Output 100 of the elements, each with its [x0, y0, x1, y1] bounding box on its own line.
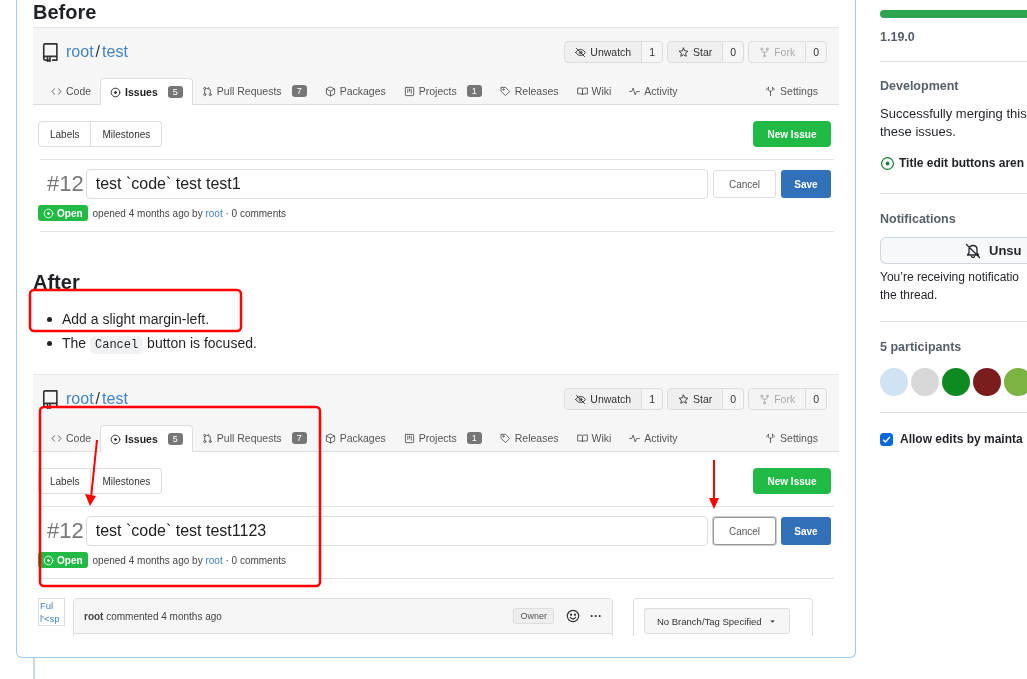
section-heading: After — [33, 270, 81, 294]
tab[interactable]: Wiki — [567, 78, 621, 104]
tab[interactable]: Code — [42, 78, 101, 104]
checkbox[interactable] — [880, 432, 893, 446]
fork-icon — [759, 46, 771, 58]
tab[interactable]: Projects 1 — [394, 425, 491, 451]
count-label: 1 — [642, 388, 664, 410]
checkbox-label: Allow edits by mainta — [900, 431, 1023, 448]
cancel-button[interactable]: Cancel — [713, 517, 776, 545]
bell-slash-icon — [965, 242, 981, 259]
pull-request-icon — [201, 85, 213, 97]
author-link[interactable]: root — [205, 554, 223, 566]
section-heading: Development — [880, 78, 960, 94]
filter-button[interactable]: Labels — [38, 121, 92, 147]
list-item-text: Add a slight margin-left. — [62, 311, 210, 327]
tab[interactable]: Packages — [315, 78, 395, 104]
star-button[interactable]: Star — [667, 388, 724, 410]
star-icon — [678, 393, 690, 405]
smiley-icon[interactable] — [566, 609, 580, 623]
counter-badge: 7 — [291, 85, 307, 97]
tab[interactable]: Releases — [490, 425, 568, 451]
linked-issue-link[interactable]: Title edit buttons aren — [899, 154, 1025, 172]
title-input[interactable]: test `code` test test1 — [85, 169, 708, 199]
avatar[interactable] — [973, 368, 1001, 396]
repo-name-link[interactable]: test — [102, 390, 128, 408]
save-button[interactable]: Save — [781, 517, 831, 545]
repo-icon — [40, 42, 60, 62]
title-input[interactable]: test `code` test test1123 — [85, 516, 708, 546]
dot-circle-icon — [110, 86, 122, 98]
unsubscribe-button[interactable]: Unsu — [880, 237, 1027, 264]
pulse-icon — [629, 85, 641, 97]
filter-button[interactable]: Labels — [38, 468, 92, 494]
annotation-arrow — [709, 459, 719, 509]
state-badge: Open — [38, 205, 88, 221]
dot-circle-icon — [43, 207, 54, 219]
fork-icon — [759, 393, 771, 405]
board-icon — [403, 432, 415, 444]
tab[interactable]: Pull Requests 7 — [192, 425, 316, 451]
cube-icon — [324, 85, 336, 97]
tab[interactable]: Issues 5 — [100, 425, 193, 452]
board-icon — [403, 85, 415, 97]
role-badge: Owner — [513, 608, 554, 624]
count-label: 0 — [723, 41, 745, 63]
pulse-icon — [629, 432, 641, 444]
tab[interactable]: Issues 5 — [100, 78, 193, 105]
count-label: 0 — [723, 388, 745, 410]
state-badge: Open — [38, 552, 88, 568]
author-link[interactable]: root — [205, 207, 223, 219]
code-icon — [51, 85, 62, 97]
dot-circle-icon — [880, 155, 895, 171]
tab[interactable]: Projects 1 — [394, 78, 491, 104]
cancel-button[interactable]: Cancel — [713, 170, 776, 198]
repo-owner-link[interactable]: root — [66, 390, 94, 408]
pull-request-icon — [201, 432, 213, 444]
bullet-icon — [47, 316, 52, 322]
dot-circle-icon — [43, 554, 54, 566]
counter-badge: 5 — [167, 86, 183, 98]
development-text: Successfully merging this these issues. — [880, 105, 1027, 141]
eye-slash-icon — [575, 393, 587, 405]
issue-number: #12 — [47, 171, 84, 197]
counter-badge: 7 — [291, 432, 307, 444]
filter-button[interactable]: Milestones — [91, 468, 163, 494]
comment-author-text: root commented 4 months ago — [84, 610, 222, 622]
tab[interactable]: Activity — [620, 78, 687, 104]
milestone-version: 1.19.0 — [880, 29, 916, 46]
code-icon — [51, 432, 62, 444]
wrench-icon — [765, 432, 777, 444]
repo-name-link[interactable]: test — [102, 43, 128, 61]
watch-button[interactable]: Unwatch — [564, 388, 643, 410]
tag-icon — [499, 85, 511, 97]
tab[interactable]: Packages — [315, 425, 395, 451]
filter-button[interactable]: Milestones — [91, 121, 163, 147]
book-icon — [576, 85, 588, 97]
tab[interactable]: Pull Requests 7 — [192, 78, 316, 104]
more-menu-button[interactable]: ··· — [590, 609, 602, 623]
broken-image: Ful l'<sp — [38, 598, 65, 626]
avatar[interactable] — [942, 368, 970, 396]
watch-button[interactable]: Unwatch — [564, 41, 643, 63]
tab[interactable]: Activity — [620, 425, 687, 451]
settings-tab[interactable]: Settings — [756, 425, 827, 451]
bullet-icon — [47, 340, 52, 346]
tab[interactable]: Wiki — [567, 425, 621, 451]
eye-slash-icon — [575, 46, 587, 58]
settings-tab[interactable]: Settings — [756, 78, 827, 104]
star-button[interactable]: Star — [667, 41, 724, 63]
list-item-text: The Cancel button is focused. — [62, 334, 257, 352]
count-label: 0 — [806, 388, 827, 410]
book-icon — [576, 432, 588, 444]
repo-owner-link[interactable]: root — [66, 43, 94, 61]
section-heading: Before — [33, 0, 98, 24]
repo-icon — [40, 389, 60, 409]
path-separator: / — [95, 390, 101, 408]
branch-dropdown[interactable]: No Branch/Tag Specified — [644, 608, 790, 634]
section-heading: Notifications — [880, 211, 957, 227]
tab[interactable]: Code — [42, 425, 101, 451]
counter-badge: 1 — [466, 432, 482, 444]
counter-badge: 1 — [466, 85, 482, 97]
count-label: 0 — [806, 41, 827, 63]
save-button[interactable]: Save — [781, 170, 831, 198]
tab[interactable]: Releases — [490, 78, 568, 104]
